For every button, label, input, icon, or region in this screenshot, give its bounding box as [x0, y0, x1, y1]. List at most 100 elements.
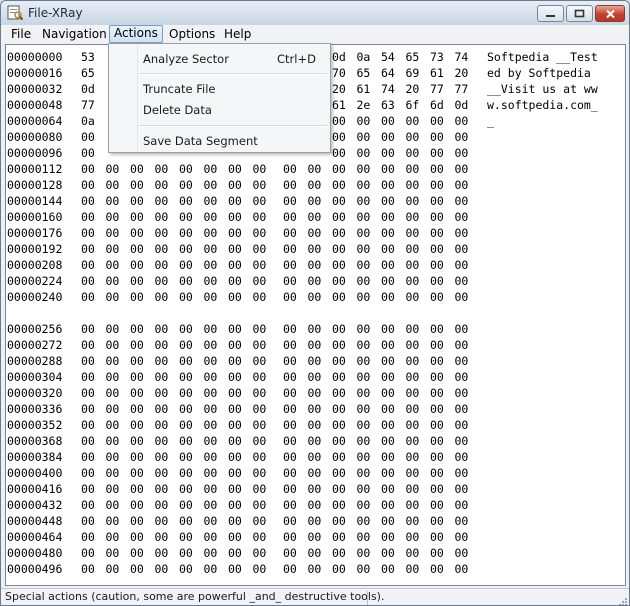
hex-byte[interactable]: 00 [430, 225, 455, 241]
hex-byte[interactable]: 00 [332, 401, 357, 417]
hex-byte[interactable]: 00 [81, 449, 106, 465]
hex-byte[interactable]: 00 [357, 465, 382, 481]
hex-byte[interactable]: 00 [332, 433, 357, 449]
menu-item-delete-data[interactable]: Delete Data [109, 100, 330, 120]
hex-byte[interactable]: 00 [130, 545, 155, 561]
hex-byte[interactable]: 00 [179, 529, 204, 545]
hex-byte[interactable]: 00 [283, 161, 308, 177]
hex-byte[interactable]: 73 [430, 49, 455, 65]
hex-byte[interactable]: 6d [430, 97, 455, 113]
hex-byte[interactable]: 00 [204, 241, 229, 257]
hex-byte[interactable]: 00 [308, 417, 333, 433]
hex-byte[interactable]: 00 [308, 353, 333, 369]
hex-byte[interactable]: 00 [106, 513, 131, 529]
hex-byte[interactable]: 00 [204, 465, 229, 481]
hex-byte[interactable]: 00 [155, 561, 180, 577]
hex-byte[interactable]: 00 [332, 545, 357, 561]
hex-byte[interactable]: 00 [130, 321, 155, 337]
hex-byte[interactable]: 63 [381, 97, 406, 113]
hex-byte[interactable]: 00 [381, 513, 406, 529]
hex-byte[interactable]: 00 [455, 385, 480, 401]
hex-byte[interactable]: 00 [204, 177, 229, 193]
hex-byte[interactable]: 00 [155, 257, 180, 273]
hex-byte[interactable]: 00 [283, 401, 308, 417]
hex-byte[interactable]: 00 [81, 497, 106, 513]
hex-byte[interactable]: 00 [308, 449, 333, 465]
hex-byte[interactable]: 00 [332, 337, 357, 353]
hex-byte[interactable]: 00 [332, 417, 357, 433]
hex-byte[interactable]: 00 [130, 177, 155, 193]
hex-byte[interactable]: 00 [253, 337, 278, 353]
hex-byte[interactable]: 00 [357, 497, 382, 513]
hex-byte[interactable]: 70 [332, 65, 357, 81]
hex-byte[interactable]: 00 [228, 417, 253, 433]
hex-byte[interactable]: 00 [179, 273, 204, 289]
hex-byte[interactable]: 00 [357, 129, 382, 145]
hex-byte[interactable]: 00 [381, 385, 406, 401]
hex-byte[interactable]: 00 [406, 497, 431, 513]
hex-byte[interactable]: 00 [455, 129, 480, 145]
hex-byte[interactable]: 00 [130, 433, 155, 449]
hex-byte[interactable]: 00 [455, 465, 480, 481]
hex-byte[interactable]: 00 [179, 561, 204, 577]
hex-byte[interactable]: 00 [106, 497, 131, 513]
hex-byte[interactable]: 00 [308, 177, 333, 193]
hex-byte[interactable]: 00 [253, 433, 278, 449]
hex-byte[interactable]: 00 [81, 369, 106, 385]
hex-byte[interactable]: 00 [406, 401, 431, 417]
hex-byte[interactable]: 61 [430, 65, 455, 81]
hex-byte[interactable]: 00 [253, 497, 278, 513]
hex-byte[interactable]: 00 [179, 161, 204, 177]
hex-byte[interactable]: 00 [204, 449, 229, 465]
hex-byte[interactable]: 00 [106, 225, 131, 241]
hex-byte[interactable]: 00 [430, 369, 455, 385]
hex-byte[interactable]: 00 [283, 321, 308, 337]
hex-byte[interactable]: 00 [332, 273, 357, 289]
hex-byte[interactable]: 00 [455, 497, 480, 513]
hex-byte[interactable]: 00 [204, 481, 229, 497]
hex-byte[interactable]: 00 [204, 513, 229, 529]
hex-byte[interactable]: 00 [106, 529, 131, 545]
hex-byte[interactable]: 77 [455, 81, 480, 97]
hex-byte[interactable]: 00 [228, 209, 253, 225]
hex-byte[interactable]: 00 [130, 257, 155, 273]
hex-byte[interactable]: 00 [381, 241, 406, 257]
hex-byte[interactable]: 00 [130, 561, 155, 577]
hex-byte[interactable]: 00 [308, 385, 333, 401]
hex-byte[interactable]: 00 [381, 449, 406, 465]
hex-byte[interactable]: 00 [155, 449, 180, 465]
hex-byte[interactable]: 00 [283, 193, 308, 209]
hex-byte[interactable]: 00 [228, 337, 253, 353]
hex-byte[interactable]: 00 [106, 257, 131, 273]
hex-byte[interactable]: 00 [155, 289, 180, 305]
hex-byte[interactable]: 00 [204, 321, 229, 337]
hex-byte[interactable]: 00 [106, 545, 131, 561]
hex-byte[interactable]: 00 [381, 401, 406, 417]
hex-byte[interactable]: 00 [308, 321, 333, 337]
hex-byte[interactable]: 00 [381, 433, 406, 449]
hex-byte[interactable]: 00 [406, 177, 431, 193]
hex-byte[interactable]: 00 [106, 321, 131, 337]
hex-byte[interactable]: 00 [455, 257, 480, 273]
hex-byte[interactable]: 00 [381, 225, 406, 241]
hex-byte[interactable]: 00 [81, 241, 106, 257]
hex-byte[interactable]: 00 [455, 545, 480, 561]
hex-byte[interactable]: 69 [406, 65, 431, 81]
hex-byte[interactable]: 00 [430, 145, 455, 161]
hex-byte[interactable]: 00 [406, 289, 431, 305]
hex-byte[interactable]: 00 [130, 369, 155, 385]
hex-byte[interactable]: 00 [228, 225, 253, 241]
menu-options[interactable]: Options [165, 26, 219, 42]
hex-byte[interactable]: 00 [381, 337, 406, 353]
hex-byte[interactable]: 00 [253, 321, 278, 337]
hex-byte[interactable]: 00 [308, 529, 333, 545]
hex-byte[interactable]: 00 [130, 529, 155, 545]
hex-byte[interactable]: 00 [228, 369, 253, 385]
hex-byte[interactable]: 65 [406, 49, 431, 65]
hex-byte[interactable]: 00 [130, 225, 155, 241]
hex-byte[interactable]: 00 [81, 225, 106, 241]
hex-byte[interactable]: 00 [283, 209, 308, 225]
hex-byte[interactable]: 00 [381, 529, 406, 545]
hex-byte[interactable]: 00 [455, 353, 480, 369]
hex-byte[interactable]: 00 [430, 449, 455, 465]
